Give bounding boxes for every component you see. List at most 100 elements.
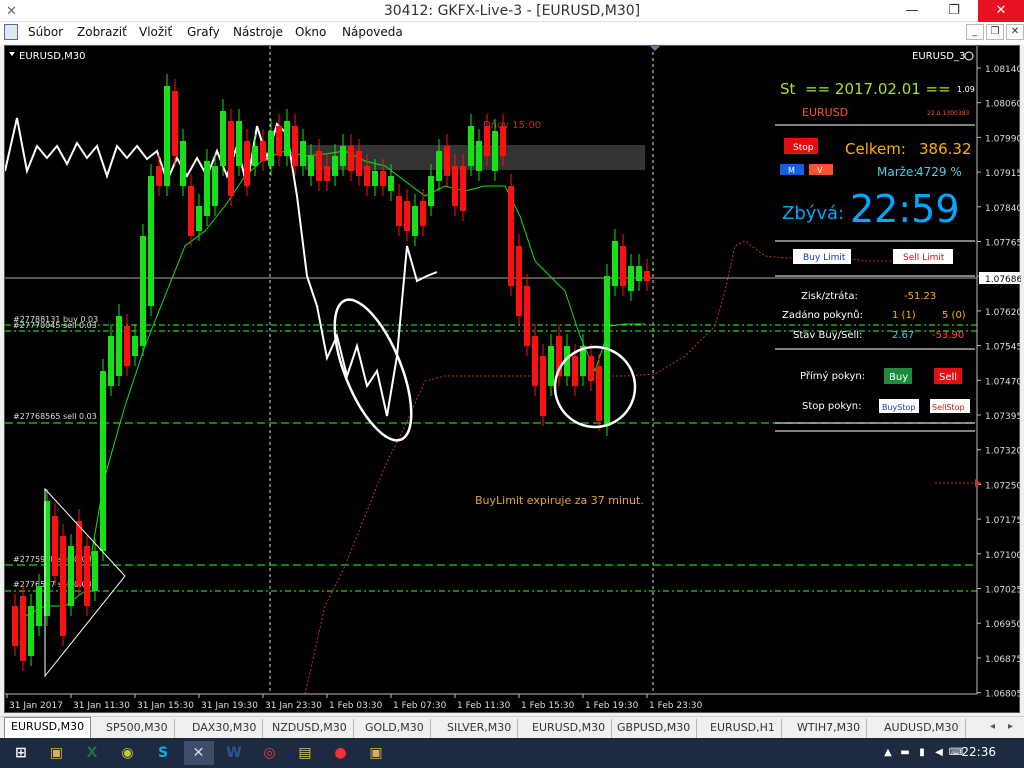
battery-icon[interactable]: ▬ [897,741,913,765]
chart-area[interactable]: #27788131 buy 0.03 #27770045 sell 0.03 #27… [4,45,1021,714]
chart-tab[interactable]: AUDUSD,M30 [878,719,966,738]
chart-tab[interactable]: SILVER,M30 [441,719,519,738]
candle-body [236,121,242,166]
tabs-scroll-right-icon[interactable]: ▸ [1008,721,1013,732]
word-icon[interactable]: W [219,741,249,765]
chart-tab[interactable]: EURUSD,H1 [704,719,782,738]
chart-tab[interactable]: GBPUSD,M30 [611,719,698,738]
mdi-restore-button[interactable]: ❐ [986,24,1004,40]
candle-body [364,166,370,186]
minimize-button[interactable]: — [892,0,932,22]
menu-subor[interactable]: Súbor [28,25,63,39]
candle-body [260,141,266,161]
candle-body [180,141,186,186]
candle-body [380,171,386,186]
menu-nastroje[interactable]: Nástroje [233,25,283,39]
chart-shift-marker [650,46,660,51]
tabs-scroll-left-icon[interactable]: ◂ [990,721,995,732]
buy-button-label: Buy [889,372,908,383]
time-axis: 31 Jan 2017 31 Jan 11:30 31 Jan 15:30 31 Ja… [5,693,977,711]
price-tick-label: 1.07915 [985,169,1021,179]
menu-okno[interactable]: Okno [295,25,326,39]
chart-tab[interactable]: DAX30,M30 [186,719,264,738]
panel-day: St [780,80,796,98]
time-tick-label: 1 Feb 07:30 [393,701,447,711]
price-tick-label: 1.07395 [985,412,1021,422]
chart-tab[interactable]: WTIH7,M30 [791,719,868,738]
candle-body [332,156,338,176]
price-tick-label: 1.07175 [985,516,1021,526]
time-tick-label: 1 Feb 19:30 [585,701,639,711]
stav-buy: 2.67 [892,330,914,341]
network-icon[interactable]: ▮ [914,741,930,765]
price-tick-label: 1.07250 [985,481,1021,491]
menu-napoveda[interactable]: Nápoveda [342,25,403,39]
windows-start-icon[interactable]: ⊞ [6,741,36,765]
candle-body [340,146,346,166]
chart-tab[interactable]: NZDUSD,M30 [266,719,354,738]
zadano-sell: 5 (0) [942,310,966,321]
app-icon[interactable]: ● [326,741,356,765]
volume-icon[interactable]: ◀ [931,741,947,765]
chrome-icon[interactable]: ◎ [255,741,285,765]
candle-body [220,111,226,166]
candle-body [356,151,362,176]
excel-icon[interactable]: X [77,741,107,765]
menu-zobrazit[interactable]: Zobraziť [77,25,127,39]
m-button-label: M [788,166,795,175]
app-icon[interactable]: ◉ [113,741,143,765]
order-label: #27770045 sell 0.03 [13,321,97,330]
skype-icon[interactable]: S [148,741,178,765]
maximize-button[interactable]: ❐ [934,0,974,22]
candle-body [28,606,34,656]
zisk-value: -51.23 [904,291,936,302]
metatrader-icon[interactable]: ✕ [183,741,214,765]
menu-grafy[interactable]: Grafy [187,25,220,39]
candle-body [84,546,90,606]
candle-body [204,161,210,216]
buy-limit-label: Buy Limit [803,253,846,263]
candle-body [36,586,42,626]
price-axis: 1.08140 1.08060 1.07990 1.07915 1.07840 1.077… [976,46,1021,700]
chart-tab[interactable]: EURUSD,M30 [4,717,92,738]
chart-overlays: BuyLimit expiruje za 37 minut. EURUSD,M30… [9,46,974,678]
keyboard-icon[interactable]: ⌨ [948,741,964,765]
mdi-close-button[interactable]: ✕ [1006,24,1024,40]
menu-vlozit[interactable]: Vložiť [139,25,172,39]
explorer-icon[interactable]: ▤ [290,741,320,765]
taskbar-clock[interactable]: 22:36 [961,745,996,759]
candle-body [428,176,434,206]
app-icon[interactable]: ▣ [361,741,391,765]
document-icon[interactable] [4,24,18,40]
time-tick-label: 31 Jan 2017 [9,701,63,711]
candle-body [60,536,66,636]
time-tick-label: 31 Jan 11:30 [73,701,130,711]
time-tick-label: 1 Feb 15:30 [521,701,575,711]
candle-body [100,371,106,551]
candle-body [324,166,330,181]
panel-date: == 2017.02.01 == [805,80,951,98]
zone-watermark: Dňov 15:00 [483,119,541,131]
candle-body [548,346,554,386]
marze-value: 4729 % [916,165,962,179]
candle-body [156,166,162,186]
chart-tab[interactable]: EURUSD,M30 [526,719,613,738]
panel-trend-point: 22 Δ 1300383 [927,110,969,117]
candle-body [20,596,26,661]
app-icon[interactable]: ▣ [42,741,72,765]
chart-tab[interactable]: SP500,M30 [100,719,175,738]
candle-body [244,141,250,186]
sellstop-label: SellStop [932,403,965,412]
chart-tab[interactable]: GOLD,M30 [359,719,431,738]
candle-body [292,126,298,166]
red-arrow-head [975,479,981,487]
mdi-minimize-button[interactable]: _ [966,24,984,40]
indicator-label: EURUSD_3 [912,51,965,62]
zisk-label: Zisk/ztráta: [801,290,858,302]
candle-body [228,121,234,196]
order-label: #27768565 sell 0.03 [13,412,97,421]
price-chart[interactable]: #27788131 buy 0.03#27770045 sell 0.03#27… [5,46,1021,714]
close-button[interactable]: ✕ [978,0,1024,22]
candle-body [76,521,82,586]
tray-arrow-icon[interactable]: ▲ [880,741,896,765]
